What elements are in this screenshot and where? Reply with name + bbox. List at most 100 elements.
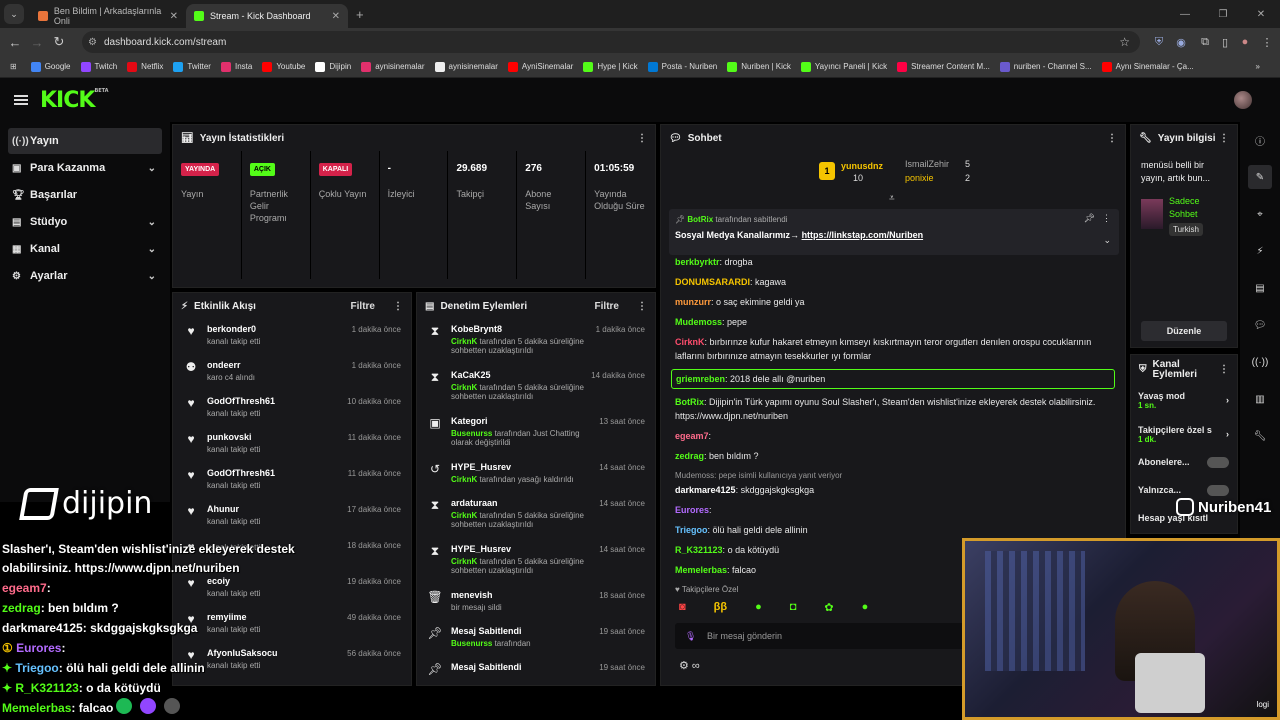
chat-message[interactable]: griemreben: 2018 dele allı @nuriben <box>671 369 1115 389</box>
chat-message[interactable]: zedrag: ben bıldım ? <box>661 449 1125 463</box>
pinned-link[interactable]: https://linkstap.com/Nuriben <box>802 230 924 240</box>
event-item[interactable]: ♥ berkonder0 kanalı takip etti 1 dakika önc… <box>173 319 411 355</box>
emote-icon[interactable]: ◘ <box>790 601 797 615</box>
unpin-icon[interactable]: 📌︎ <box>1084 213 1095 224</box>
more-bookmarks-icon[interactable]: » <box>1256 62 1260 71</box>
bookmark-netflix[interactable]: Netflix <box>127 61 163 72</box>
bookmark-google[interactable]: Google <box>30 61 71 72</box>
chat-settings-icon[interactable]: ⚙ ∞ <box>679 659 700 672</box>
moderation-item[interactable]: 📌︎ Mesaj Sabitlendi Busenurss tarafından 19… <box>417 621 655 657</box>
moderation-item[interactable]: 📌︎ Mesaj Sabitlendi 19 saat önce <box>417 657 655 693</box>
sidebar-item-yayin[interactable]: ((·)) Yayın <box>8 128 162 154</box>
chat-username[interactable]: griemreben <box>676 374 725 384</box>
category-link[interactable]: Sadece Sohbet <box>1169 195 1229 221</box>
chevron-down-icon[interactable]: ⌄ <box>1103 235 1111 246</box>
sidebar-item-ayarlar[interactable]: ⚙ Ayarlar ⌄ <box>8 263 162 289</box>
more-options-icon[interactable]: ⋮ <box>393 301 403 312</box>
puzzle-icon[interactable]: ⧉ <box>1196 33 1214 51</box>
bookmark-twitch[interactable]: Twitch <box>80 61 117 72</box>
crosshair-icon[interactable]: ⌖ <box>1248 202 1272 226</box>
bookmark-yayinci-paneli[interactable]: Yayıncı Paneli | Kick <box>800 61 887 72</box>
sidebar-item-kanal[interactable]: ▦ Kanal ⌄ <box>8 236 162 262</box>
chat-username[interactable]: R_K321123 <box>675 545 723 555</box>
chat-username[interactable]: darkmare4125 <box>675 485 736 495</box>
bookmark-posta[interactable]: Posta - Nuriben <box>647 61 717 72</box>
layout-icon[interactable]: ▥ <box>1248 387 1272 411</box>
apps-icon[interactable]: ⊞ <box>10 62 17 71</box>
toggle-switch[interactable] <box>1207 457 1229 468</box>
close-window-icon[interactable]: ✕ <box>1242 9 1280 20</box>
hamburger-menu-icon[interactable] <box>14 93 28 107</box>
account-age-item[interactable]: Hesap yaşı kısıtl <box>1138 513 1229 533</box>
chat-username[interactable]: munzurr <box>675 297 711 307</box>
spotify-icon[interactable] <box>116 698 132 714</box>
moderation-item[interactable]: ⧗ KobeBrynt8 CirknK tarafından 5 dakika sü… <box>417 319 655 365</box>
moderation-item[interactable]: ⧗ KaCaK25 CirknK tarafından 5 dakika sürel… <box>417 365 655 411</box>
sidebar-item-basarilar[interactable]: 🏆︎ Başarılar <box>8 182 162 208</box>
bookmark-youtube[interactable]: Youtube <box>262 61 305 72</box>
chat-message[interactable]: Eurores: <box>661 503 1125 517</box>
emote-icon[interactable]: ββ <box>714 601 727 615</box>
chat-message[interactable]: CirknK: bırbırınze kufur hakaret etmeyın… <box>661 335 1125 363</box>
more-options-icon[interactable]: ⋮ <box>1219 365 1229 375</box>
shield-extension-icon[interactable]: ⛨ <box>1150 33 1168 51</box>
lightning-icon[interactable]: ⚡︎ <box>1248 239 1272 263</box>
reload-icon[interactable]: ↻ <box>48 34 70 50</box>
moderation-item[interactable]: 🗑︎ menevish bir mesajı sildi 18 saat önce <box>417 585 655 621</box>
more-options-icon[interactable]: ⋮ <box>1107 133 1117 144</box>
event-item[interactable]: ♥ Ahunur kanalı takip etti 17 dakika önce <box>173 499 411 535</box>
browser-menu-icon[interactable]: ⋮ <box>1258 33 1276 51</box>
bookmark-aynisinemalar-x[interactable]: aynisinemalar <box>434 61 498 72</box>
document-icon[interactable]: ▤ <box>1248 276 1272 300</box>
info-icon[interactable]: ⓘ <box>1248 128 1272 152</box>
chat-message[interactable]: DONUMSARARDI: kagawa <box>661 275 1125 289</box>
maximize-icon[interactable]: ❐ <box>1204 9 1242 20</box>
emote-icon[interactable]: ● <box>862 601 869 615</box>
chat-username[interactable]: Mudemoss <box>675 317 722 327</box>
chat-message[interactable]: egeam7: <box>661 429 1125 443</box>
chat-username[interactable]: Memelerbas <box>675 565 727 575</box>
edit-pencil-icon[interactable]: ✎ <box>1248 165 1272 189</box>
filter-button[interactable]: Filtre <box>595 301 619 312</box>
bookmark-ayni-sinemalar[interactable]: Aynı Sinemalar - Ça... <box>1101 61 1194 72</box>
sidebar-item-studyo[interactable]: ▤ Stüdyo ⌄ <box>8 209 162 235</box>
event-item[interactable]: ♥ punkovski kanalı takip etti 11 dakika önc… <box>173 427 411 463</box>
chat-username[interactable]: CirknK <box>675 337 705 347</box>
chat-username[interactable]: Eurores <box>675 505 709 515</box>
moderation-item[interactable]: ⧗ HYPE_Husrev CirknK tarafından 5 dakika s… <box>417 539 655 585</box>
bookmark-twitter[interactable]: Twitter <box>173 61 211 72</box>
filter-button[interactable]: Filtre <box>351 301 375 312</box>
sidebar-item-para-kazanma[interactable]: ▣ Para Kazanma ⌄ <box>8 155 162 181</box>
chat-bubble-icon[interactable]: 💬︎ <box>1248 313 1272 337</box>
bookmark-dijipin[interactable]: Dijipin <box>315 61 351 72</box>
event-item[interactable]: ♥ ecoiy kanalı takip etti 19 dakika önce <box>173 571 411 607</box>
chat-message[interactable]: Triegoo: ölü hali geldi dele allinin <box>661 523 1125 537</box>
moderation-item[interactable]: ▣ Kategori Busenurss tarafından Just Chatt… <box>417 411 655 457</box>
collapse-icon[interactable]: ⩡ <box>889 193 895 204</box>
chat-message[interactable]: BotRix: Dijipin'in Türk yapımı oyunu Sou… <box>661 395 1125 423</box>
edit-button[interactable]: Düzenle <box>1141 321 1227 341</box>
follower-mode-item[interactable]: Takipçilere özel s1 dk. › <box>1138 425 1229 457</box>
close-tab-icon[interactable]: ✕ <box>332 11 340 22</box>
emote-icon[interactable]: ◙ <box>679 601 686 615</box>
bookmark-nuriben-channel[interactable]: nuriben - Channel S... <box>999 61 1092 72</box>
split-view-icon[interactable]: ▯ <box>1216 33 1234 51</box>
app-icon[interactable] <box>140 698 156 714</box>
tab-kick-dashboard[interactable]: Stream - Kick Dashboard ✕ <box>186 4 348 28</box>
more-options-icon[interactable]: ⋮ <box>1102 213 1111 224</box>
site-info-icon[interactable]: ⚙ <box>88 37 97 48</box>
back-icon[interactable]: ← <box>4 35 26 50</box>
more-options-icon[interactable]: ⋮ <box>637 301 647 312</box>
slow-mode-item[interactable]: Yavaş mod 1 sn. › <box>1138 391 1229 425</box>
bookmark-hype-kick[interactable]: Hype | Kick <box>583 61 638 72</box>
event-item[interactable]: ♥ remyiime kanalı takip etti 49 dakika önce <box>173 607 411 643</box>
chat-message[interactable]: berkbyrktr: drogba <box>661 255 1125 269</box>
more-options-icon[interactable]: ⋮ <box>1219 133 1229 144</box>
chat-message[interactable]: darkmare4125: skdggajskgksgkga <box>661 483 1125 497</box>
profile-avatar-icon[interactable]: ● <box>1236 33 1254 51</box>
chat-username[interactable]: BotRix <box>675 397 704 407</box>
chat-username[interactable]: egeam7 <box>675 431 709 441</box>
event-item[interactable]: ♥ GodOfThresh61 kanalı takip etti 10 dakika… <box>173 391 411 427</box>
extension-icon[interactable]: ◉ <box>1172 33 1190 51</box>
emote-icon[interactable]: ✿ <box>824 601 833 615</box>
